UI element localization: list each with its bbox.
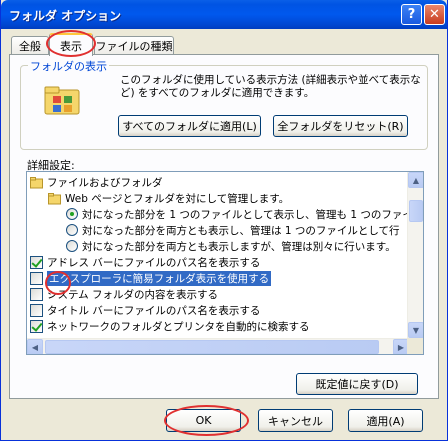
apply-label: 適用(A) [366, 414, 405, 428]
list-item[interactable]: 対になった部分を両方とも表示し、管理は 1 つのファイルとして行 [66, 222, 423, 238]
arrow-right-icon: ▶ [397, 342, 405, 352]
list-item[interactable]: タイトル バーにファイルのパス名を表示する [30, 302, 412, 318]
help-icon: ? [407, 7, 416, 22]
arrow-up-icon: ▲ [412, 175, 420, 185]
restore-defaults-button[interactable]: 既定値に戻す(D) [296, 373, 418, 395]
checkbox[interactable] [30, 287, 43, 301]
help-button[interactable]: ? [401, 4, 422, 25]
ok-button[interactable]: OK [166, 409, 241, 432]
folder-views-group: フォルダの表示 このフォルダに使用している表示方法 (詳細表示や並べて表示など)… [20, 58, 428, 150]
list-item-label: 対になった部分を 1 つのファイルとして表示し、管理も 1 つのファイ [82, 208, 413, 221]
vertical-scrollbar[interactable]: ▲ ▼ [407, 172, 423, 338]
list-item[interactable]: ネットワークのフォルダとプリンタを自動的に検索する [30, 318, 412, 334]
list-item[interactable]: 対になった部分を両方とも表示しますが、管理は別々に行います。 [66, 238, 423, 254]
tab-file-types-label: ファイルの種類 [95, 40, 173, 53]
tab-general-label: 全般 [19, 40, 41, 53]
folder-icon [48, 192, 61, 204]
scroll-left-button[interactable]: ◀ [27, 339, 43, 354]
folder-views-title: フォルダの表示 [28, 58, 109, 74]
tab-view[interactable]: 表示 [49, 33, 93, 56]
list-item[interactable]: 対になった部分を 1 つのファイルとして表示し、管理も 1 つのファイ [66, 206, 423, 222]
list-item-label: ネットワークのフォルダとプリンタを自動的に検索する [47, 320, 310, 333]
list-item[interactable]: システム フォルダの内容を表示する [30, 286, 412, 302]
list-item: Web ページとフォルダを対にして管理します。 [48, 190, 423, 206]
vertical-scroll-thumb[interactable] [409, 200, 423, 222]
apply-to-all-folders-label: すべてのフォルダに適用(L) [122, 120, 257, 133]
tab-panel-view: フォルダの表示 このフォルダに使用している表示方法 (詳細表示や並べて表示など)… [9, 54, 439, 399]
arrow-down-icon: ▼ [412, 325, 420, 335]
list-item[interactable]: エクスプローラに簡易フォルダ表示を使用する [30, 270, 412, 286]
restore-defaults-label: 既定値に戻す(D) [315, 378, 399, 391]
close-icon: ✕ [429, 7, 440, 22]
arrow-left-icon: ◀ [31, 342, 39, 352]
list-item-label: ファイルおよびフォルダ [47, 176, 163, 189]
ok-label: OK [195, 414, 212, 427]
folder-views-icon [44, 86, 80, 115]
radio-button[interactable] [66, 240, 78, 252]
title-bar[interactable]: フォルダ オプション ? ✕ [1, 0, 447, 29]
cancel-button[interactable]: キャンセル [258, 409, 333, 432]
list-item-label: システム フォルダの内容を表示する [47, 288, 219, 301]
cancel-label: キャンセル [268, 414, 323, 428]
folder-icon [30, 176, 43, 188]
tab-file-types[interactable]: ファイルの種類 [94, 36, 174, 55]
apply-button[interactable]: 適用(A) [348, 409, 423, 432]
list-item-label: アドレス バーにファイルのパス名を表示する [47, 256, 261, 269]
scroll-up-button[interactable]: ▲ [408, 172, 423, 188]
list-item-label: タイトル バーにファイルのパス名を表示する [47, 304, 261, 317]
close-button[interactable]: ✕ [424, 4, 445, 25]
list-item[interactable]: アドレス バーにファイルのパス名を表示する [30, 254, 412, 270]
list-item-label: Web ページとフォルダを対にして管理します。 [65, 192, 290, 205]
checkbox[interactable] [30, 319, 43, 333]
scrollbar-corner [407, 338, 423, 354]
checkbox[interactable] [30, 303, 43, 317]
checkbox[interactable] [30, 271, 43, 285]
list-item-label: 対になった部分を両方とも表示し、管理は 1 つのファイルとして行 [82, 224, 400, 237]
reset-all-folders-button[interactable]: 全フォルダをリセット(R) [273, 115, 408, 137]
folder-options-dialog: フォルダ オプション ? ✕ 全般 表示 ファイルの種類 フォルダの表示 このフ… [0, 0, 448, 441]
advanced-settings-list[interactable]: ファイルおよびフォルダ Web ページとフォルダを対にして管理します。 対になっ… [26, 171, 424, 355]
horizontal-scrollbar[interactable]: ◀ ▶ [27, 338, 409, 354]
tab-general[interactable]: 全般 [11, 36, 49, 55]
apply-to-all-folders-button[interactable]: すべてのフォルダに適用(L) [118, 115, 261, 137]
checkbox[interactable] [30, 255, 43, 269]
radio-button[interactable] [66, 208, 78, 220]
list-item-label: 対になった部分を両方とも表示しますが、管理は別々に行います。 [82, 240, 396, 253]
radio-button[interactable] [66, 224, 78, 236]
tab-view-label: 表示 [60, 39, 82, 53]
folder-views-description: このフォルダに使用している表示方法 (詳細表示や並べて表示など) をすべてのフォ… [120, 74, 421, 99]
horizontal-scroll-thumb[interactable] [45, 340, 379, 354]
window-title: フォルダ オプション [9, 9, 122, 23]
scroll-down-button[interactable]: ▼ [408, 322, 423, 338]
list-item: ファイルおよびフォルダ [30, 174, 412, 190]
reset-all-folders-label: 全フォルダをリセット(R) [277, 120, 404, 133]
list-item-label: エクスプローラに簡易フォルダ表示を使用する [47, 270, 272, 286]
